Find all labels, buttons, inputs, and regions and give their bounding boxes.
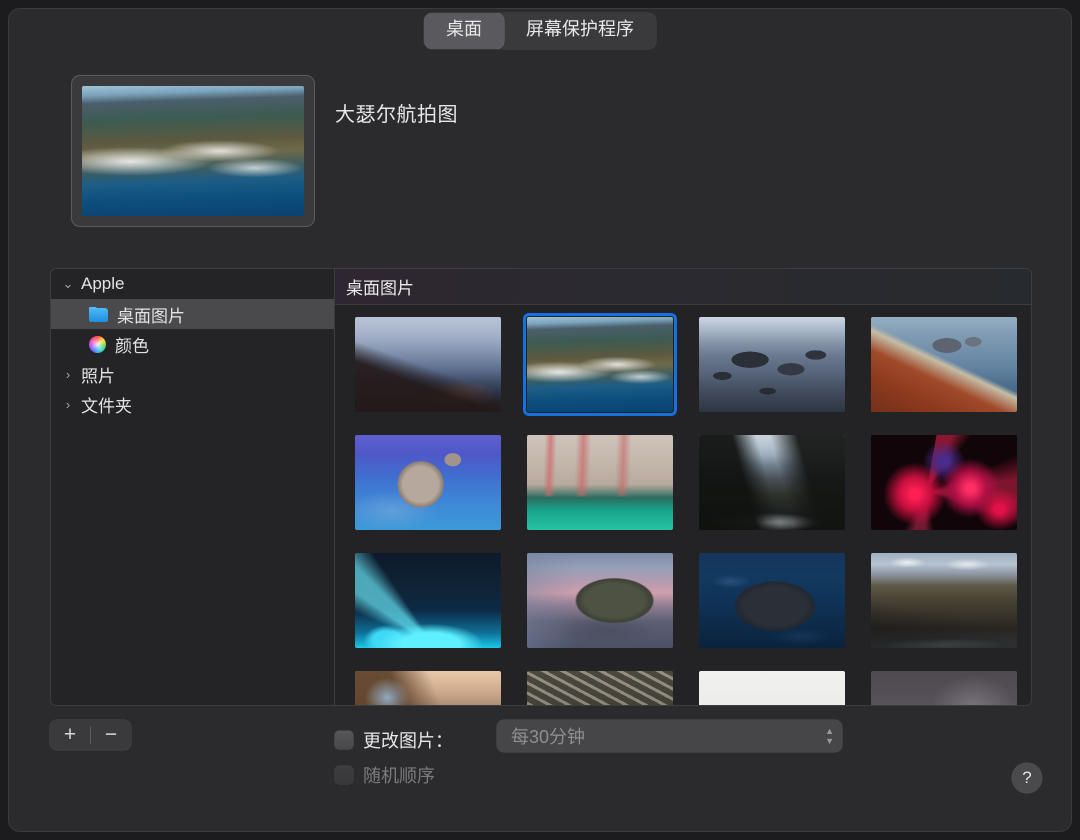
wallpaper-thumbnail-image [355,553,501,648]
wallpaper-thumbnail[interactable] [871,553,1017,648]
wallpaper-thumbnail-image [871,671,1017,705]
remove-folder-button[interactable]: − [91,720,131,750]
wallpaper-thumbnail-image [699,671,845,705]
wallpaper-thumbnail-list [355,313,1031,705]
wallpaper-thumbnail-image [527,671,673,705]
wallpaper-grid-scroll[interactable] [335,306,1031,705]
chevron-updown-icon: ▲ ▼ [825,725,834,746]
wallpaper-thumbnail[interactable] [527,671,673,705]
wallpaper-thumbnail[interactable] [355,671,501,705]
wallpaper-thumbnail[interactable] [527,553,673,648]
wallpaper-thumbnail[interactable] [355,435,501,530]
sidebar-item-label: 文件夹 [81,396,132,416]
sidebar-item-label: 照片 [81,366,115,386]
wallpaper-thumbnail[interactable] [871,317,1017,412]
random-order-label: 随机顺序 [363,766,435,786]
wallpaper-thumbnail-image [355,435,501,530]
add-remove-segmented-control: + − [50,720,131,750]
tab-desktop[interactable]: 桌面 [424,13,504,49]
wallpaper-thumbnail-image [355,317,501,412]
source-sidebar: ⌄ Apple 桌面图片 颜色 › 照片 › 文件夹 [50,268,334,706]
wallpaper-thumbnail-image [871,435,1017,530]
wallpaper-thumbnail[interactable] [699,671,845,705]
sidebar-item-label: 颜色 [115,336,149,356]
wallpaper-thumbnail[interactable] [699,317,845,412]
color-wheel-icon [89,335,106,353]
wallpaper-thumbnail-image [527,553,673,648]
wallpaper-thumbnail-image [355,671,501,705]
wallpaper-thumbnail-image [699,553,845,648]
add-folder-button[interactable]: + [50,720,90,750]
wallpaper-preview-frame [71,75,315,227]
change-picture-label: 更改图片： [363,731,453,751]
sidebar-item-desktop-pictures[interactable]: 桌面图片 [51,299,334,329]
random-order-row: 随机顺序 [335,762,435,788]
wallpaper-grid-panel: 桌面图片 [334,268,1032,706]
sidebar-item-apple[interactable]: ⌄ Apple [51,269,334,299]
chevron-down-icon[interactable]: ⌄ [59,276,77,292]
wallpaper-thumbnail[interactable] [527,435,673,530]
tab-group: 桌面 屏幕保护程序 [424,13,656,49]
wallpaper-thumbnail[interactable] [355,317,501,412]
sidebar-item-label: Apple [81,274,125,293]
change-picture-checkbox[interactable] [335,731,353,749]
random-order-checkbox[interactable] [335,766,353,784]
grid-header-title: 桌面图片 [335,269,1031,305]
help-button[interactable]: ? [1012,763,1042,793]
current-wallpaper-title: 大瑟尔航拍图 [335,104,458,126]
tab-screensaver[interactable]: 屏幕保护程序 [504,13,656,49]
change-picture-row: 更改图片： [335,727,453,753]
sidebar-item-photos[interactable]: › 照片 [51,359,334,389]
desktop-screensaver-window: 桌面 屏幕保护程序 大瑟尔航拍图 ⌄ Apple 桌面图片 颜色 › 照片 › … [8,8,1072,832]
wallpaper-thumbnail-image [527,317,673,412]
sidebar-item-colors[interactable]: 颜色 [51,329,334,359]
wallpaper-thumbnail[interactable] [355,553,501,648]
interval-popup-button[interactable]: 每30分钟 ▲ ▼ [497,720,842,752]
sidebar-item-label: 桌面图片 [117,306,185,326]
wallpaper-thumbnail[interactable] [699,435,845,530]
wallpaper-thumbnail-image [699,435,845,530]
chevron-right-icon[interactable]: › [59,367,77,382]
wallpaper-thumbnail-image [699,317,845,412]
wallpaper-thumbnail[interactable] [871,435,1017,530]
sidebar-item-folders[interactable]: › 文件夹 [51,389,334,419]
wallpaper-thumbnail[interactable] [699,553,845,648]
interval-value: 每30分钟 [511,727,586,747]
wallpaper-thumbnail-image [527,435,673,530]
tab-bar: 桌面 屏幕保护程序 [9,13,1071,49]
wallpaper-thumbnail-image [871,317,1017,412]
wallpaper-preview-image [82,86,304,216]
wallpaper-thumbnail[interactable] [523,313,677,416]
wallpaper-thumbnail-image [871,553,1017,648]
wallpaper-thumbnail[interactable] [871,671,1017,705]
folder-icon [89,306,108,322]
chevron-right-icon[interactable]: › [59,397,77,412]
